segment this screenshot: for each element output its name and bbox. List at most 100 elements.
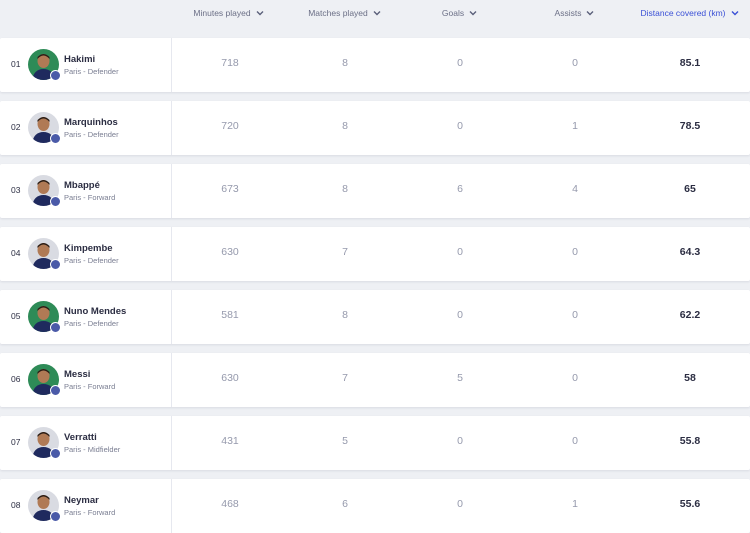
chevron-down-icon <box>256 11 264 16</box>
player-rank: 07 <box>11 437 21 447</box>
player-rank: 02 <box>11 122 21 132</box>
chevron-down-icon <box>731 11 739 16</box>
minutes-played-value: 630 <box>221 372 239 384</box>
table-row[interactable]: 04 Kimpembe Paris - Defender 630 7 0 0 64.3 <box>0 227 750 281</box>
goals-value: 6 <box>457 183 463 195</box>
matches-played-value: 8 <box>342 183 348 195</box>
minutes-played-value: 720 <box>221 120 239 132</box>
assists-value: 1 <box>572 120 578 132</box>
matches-played-value: 5 <box>342 435 348 447</box>
assists-value: 0 <box>572 372 578 384</box>
matches-played-value: 7 <box>342 246 348 258</box>
table-row[interactable]: 07 Verratti Paris - Midfielder 431 5 0 0 55.8 <box>0 416 750 470</box>
chevron-down-icon <box>469 11 477 16</box>
goals-value: 0 <box>457 498 463 510</box>
minutes-played-value: 673 <box>221 183 239 195</box>
distance-covered-value: 58 <box>684 372 696 384</box>
minutes-played-value: 468 <box>221 498 239 510</box>
club-badge-icon <box>50 322 61 333</box>
row-divider <box>171 227 172 281</box>
club-badge-icon <box>50 259 61 270</box>
player-name[interactable]: Kimpembe <box>64 243 113 254</box>
club-badge-icon <box>50 133 61 144</box>
row-divider <box>171 164 172 218</box>
column-header-label: Minutes played <box>193 8 251 18</box>
player-club-position: Paris - Midfielder <box>64 445 121 454</box>
player-club-position: Paris - Defender <box>64 256 119 265</box>
player-club-position: Paris - Defender <box>64 319 119 328</box>
matches-played-value: 8 <box>342 120 348 132</box>
column-header-minutes-played[interactable]: Minutes played <box>186 6 272 20</box>
player-name[interactable]: Mbappé <box>64 180 100 191</box>
table-row[interactable]: 05 Nuno Mendes Paris - Defender 581 8 0 0 62.2 <box>0 290 750 344</box>
club-badge-icon <box>50 448 61 459</box>
minutes-played-value: 630 <box>221 246 239 258</box>
player-rank: 01 <box>11 59 21 69</box>
table-row[interactable]: 06 Messi Paris - Forward 630 7 5 0 58 <box>0 353 750 407</box>
table-row[interactable]: 02 Marquinhos Paris - Defender 720 8 0 1 78.5 <box>0 101 750 155</box>
column-header-label: Goals <box>441 8 465 18</box>
assists-value: 0 <box>572 246 578 258</box>
row-divider <box>171 353 172 407</box>
column-header-matches-played[interactable]: Matches played <box>300 6 390 20</box>
player-club-position: Paris - Forward <box>64 382 116 391</box>
minutes-played-value: 431 <box>221 435 239 447</box>
distance-covered-value: 55.8 <box>679 435 701 447</box>
assists-value: 4 <box>572 183 578 195</box>
row-divider <box>171 101 172 155</box>
table-row[interactable]: 01 Hakimi Paris - Defender 718 8 0 0 85.1 <box>0 38 750 92</box>
distance-covered-value: 65 <box>684 183 696 195</box>
club-badge-icon <box>50 196 61 207</box>
player-name[interactable]: Nuno Mendes <box>64 306 126 317</box>
table-header: Minutes played Matches played Goals Assi… <box>0 0 750 30</box>
goals-value: 0 <box>457 57 463 69</box>
player-club-position: Paris - Forward <box>64 193 116 202</box>
minutes-played-value: 718 <box>221 57 239 69</box>
club-badge-icon <box>50 385 61 396</box>
column-header-distance-covered[interactable]: Distance covered (km) <box>636 6 744 20</box>
distance-covered-value: 62.2 <box>679 309 701 321</box>
row-divider <box>171 416 172 470</box>
player-club-position: Paris - Forward <box>64 508 116 517</box>
club-badge-icon <box>50 511 61 522</box>
player-rank: 06 <box>11 374 21 384</box>
player-rank: 04 <box>11 248 21 258</box>
column-header-assists[interactable]: Assists <box>542 6 608 20</box>
player-club-position: Paris - Defender <box>64 67 119 76</box>
goals-value: 0 <box>457 246 463 258</box>
player-stats-table: Minutes played Matches played Goals Assi… <box>0 0 750 533</box>
assists-value: 1 <box>572 498 578 510</box>
column-header-goals[interactable]: Goals <box>430 6 490 20</box>
distance-covered-value: 55.6 <box>679 498 701 510</box>
goals-value: 0 <box>457 435 463 447</box>
player-name[interactable]: Messi <box>64 369 90 380</box>
player-name[interactable]: Hakimi <box>64 54 95 65</box>
distance-covered-value: 64.3 <box>679 246 701 258</box>
goals-value: 5 <box>457 372 463 384</box>
matches-played-value: 7 <box>342 372 348 384</box>
goals-value: 0 <box>457 309 463 321</box>
assists-value: 0 <box>572 309 578 321</box>
matches-played-value: 6 <box>342 498 348 510</box>
player-name[interactable]: Neymar <box>64 495 99 506</box>
player-rank: 03 <box>11 185 21 195</box>
chevron-down-icon <box>373 11 381 16</box>
player-name[interactable]: Verratti <box>64 432 97 443</box>
table-row[interactable]: 03 Mbappé Paris - Forward 673 8 6 4 65 <box>0 164 750 218</box>
player-rank: 08 <box>11 500 21 510</box>
player-rank: 05 <box>11 311 21 321</box>
assists-value: 0 <box>572 435 578 447</box>
assists-value: 0 <box>572 57 578 69</box>
table-row[interactable]: 08 Neymar Paris - Forward 468 6 0 1 55.6 <box>0 479 750 533</box>
minutes-played-value: 581 <box>221 309 239 321</box>
matches-played-value: 8 <box>342 57 348 69</box>
row-divider <box>171 290 172 344</box>
column-header-label: Assists <box>554 8 582 18</box>
distance-covered-value: 85.1 <box>679 57 701 69</box>
row-divider <box>171 479 172 533</box>
player-name[interactable]: Marquinhos <box>64 117 118 128</box>
distance-covered-value: 78.5 <box>679 120 701 132</box>
column-header-label: Matches played <box>308 8 368 18</box>
row-divider <box>171 38 172 92</box>
matches-played-value: 8 <box>342 309 348 321</box>
